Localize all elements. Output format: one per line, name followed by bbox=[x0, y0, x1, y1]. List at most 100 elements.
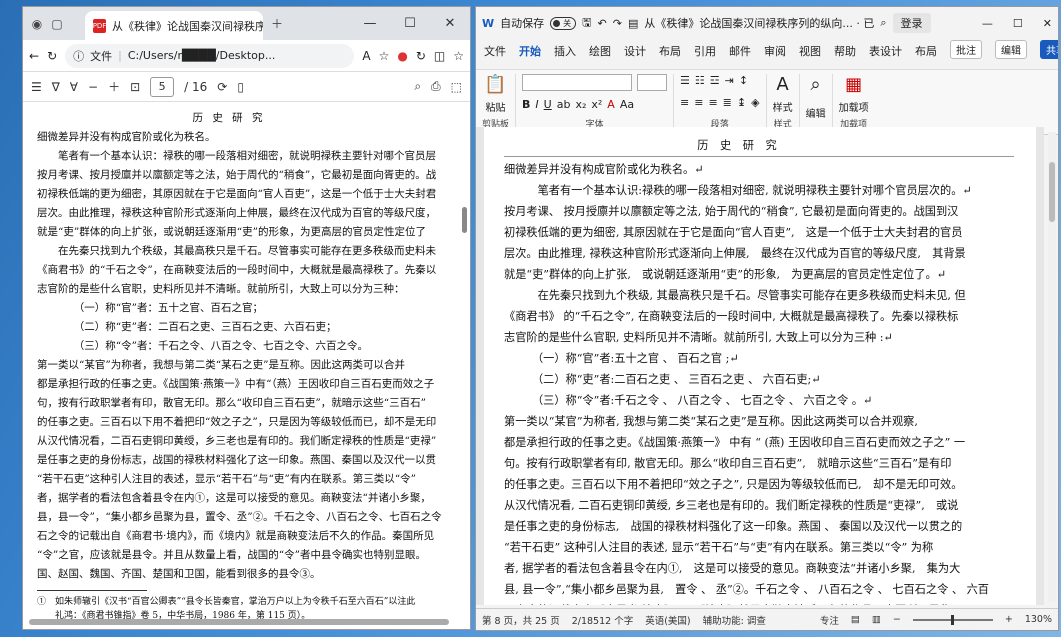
center-button[interactable]: ≡ bbox=[694, 96, 703, 109]
save-icon[interactable]: 🖫 bbox=[582, 14, 591, 33]
tab-4[interactable]: 设计 bbox=[624, 43, 646, 59]
justify-button[interactable]: ≣ bbox=[723, 96, 732, 109]
rotate-icon[interactable]: ⟳ bbox=[217, 80, 227, 94]
comment-button[interactable]: 批注 bbox=[950, 40, 982, 59]
zoom-out-icon[interactable]: − bbox=[88, 80, 98, 94]
subscript-button[interactable]: x₂ bbox=[575, 98, 586, 111]
page-view-icon[interactable]: ▯ bbox=[237, 80, 244, 94]
draw-icon[interactable]: ∀ bbox=[70, 80, 78, 94]
minimize-icon[interactable]: — bbox=[350, 7, 390, 40]
tab-0[interactable]: 文件 bbox=[484, 43, 506, 59]
paste-icon[interactable]: 📋 bbox=[484, 74, 506, 95]
focus-button[interactable]: 专注 bbox=[820, 613, 839, 627]
search-edit-icon[interactable]: ⌕ bbox=[811, 74, 821, 95]
tab-12[interactable]: 布局 bbox=[915, 43, 937, 59]
new-tab-icon[interactable]: ＋ bbox=[267, 13, 287, 33]
tab-8[interactable]: 审阅 bbox=[764, 43, 786, 59]
vertical-scrollbar[interactable] bbox=[1048, 132, 1056, 602]
font-size-select[interactable] bbox=[637, 74, 668, 91]
maximize-icon[interactable]: ☐ bbox=[390, 7, 430, 40]
zoom-out-icon[interactable]: − bbox=[893, 614, 901, 625]
tab-pdf[interactable]: PDF 从《秩律》论战国秦汉间禄秩序列... ✕ bbox=[85, 11, 263, 40]
underline-button[interactable]: U bbox=[544, 98, 552, 111]
font-color-button[interactable]: A bbox=[607, 98, 615, 111]
numbering-button[interactable]: ☷ bbox=[695, 74, 705, 87]
font-name-select[interactable] bbox=[522, 74, 633, 91]
bold-button[interactable]: B bbox=[522, 98, 530, 111]
styles-button[interactable]: 样式 bbox=[773, 99, 793, 114]
tab-3[interactable]: 绘图 bbox=[589, 43, 611, 59]
autosave-toggle[interactable]: 关 bbox=[550, 16, 577, 30]
print-icon[interactable]: ⎙ bbox=[431, 79, 441, 94]
page-count[interactable]: 第 8 页，共 25 页 bbox=[482, 613, 560, 627]
doc-line: （三）称“令”者:千石之令 、 八百之令 、 七百之令 、 六百之令 。↵ bbox=[504, 394, 873, 407]
edit-mode-button[interactable]: 编辑 bbox=[995, 40, 1027, 59]
highlight-icon[interactable]: ∇ bbox=[52, 80, 60, 94]
bullets-button[interactable]: ☰ bbox=[680, 74, 690, 87]
search-icon[interactable]: ⌕ bbox=[414, 79, 421, 94]
line-spacing-button[interactable]: ↨ bbox=[737, 96, 746, 109]
minimize-icon[interactable]: — bbox=[982, 17, 993, 30]
tab-6[interactable]: 引用 bbox=[694, 43, 716, 59]
back-icon[interactable]: ← bbox=[29, 49, 39, 63]
search-icon[interactable]: ⌕ bbox=[880, 16, 886, 30]
ribbon-tabs: 文件开始插入绘图设计布局引用邮件审阅视图帮助表设计布局批注编辑共享 bbox=[476, 39, 1058, 59]
split-screen-icon[interactable]: ◫ bbox=[434, 49, 445, 63]
superscript-button[interactable]: x² bbox=[591, 98, 602, 111]
print-layout-icon[interactable]: ▥ bbox=[872, 614, 881, 625]
favorite-icon[interactable]: ☆ bbox=[379, 49, 390, 63]
close-icon[interactable]: ✕ bbox=[1043, 17, 1052, 30]
highlight-button[interactable]: Aa bbox=[620, 98, 634, 111]
italic-button[interactable]: I bbox=[535, 98, 538, 111]
profile-icon[interactable]: ◉ bbox=[27, 14, 47, 34]
page-input[interactable]: 5 bbox=[150, 76, 175, 97]
scroll-thumb[interactable] bbox=[1049, 162, 1055, 222]
tab-1[interactable]: 开始 bbox=[519, 43, 541, 59]
redo-icon[interactable]: ↷ bbox=[613, 17, 622, 30]
zoom-in-icon[interactable]: + bbox=[1005, 614, 1013, 625]
shading-button[interactable]: ◈ bbox=[751, 96, 759, 109]
document-page[interactable]: 历 史 研 究 细微差异并没有构成官阶或化为秩名。↵ 笔者有一个基本认识:禄秩的… bbox=[484, 127, 1036, 605]
tab-11[interactable]: 表设计 bbox=[869, 43, 902, 59]
fit-page-icon[interactable]: ⊡ bbox=[130, 80, 140, 94]
zoom-in-icon[interactable]: ＋ bbox=[108, 78, 120, 95]
tab-2[interactable]: 插入 bbox=[554, 43, 576, 59]
styles-icon[interactable]: A bbox=[776, 74, 788, 95]
read-aloud-icon[interactable]: A bbox=[362, 49, 370, 63]
favorites-icon[interactable]: ☆ bbox=[453, 49, 464, 63]
share-button[interactable]: 共享 bbox=[1040, 40, 1058, 59]
tab-actions-icon[interactable]: ▢ bbox=[47, 14, 67, 34]
login-button[interactable]: 登录 bbox=[892, 13, 931, 33]
zoom-level[interactable]: 130% bbox=[1025, 614, 1052, 625]
addins-button[interactable]: 加载项 bbox=[839, 99, 869, 114]
extension-icon[interactable]: ● bbox=[397, 49, 407, 63]
close-window-icon[interactable]: ✕ bbox=[430, 7, 470, 40]
tab-5[interactable]: 布局 bbox=[659, 43, 681, 59]
indent-button[interactable]: ⇥ bbox=[725, 74, 734, 87]
word-count[interactable]: 2/18512 个字 bbox=[572, 613, 634, 627]
refresh-icon[interactable]: ↻ bbox=[47, 49, 57, 63]
maximize-icon[interactable]: ☐ bbox=[1013, 17, 1023, 30]
language[interactable]: 英语(美国) bbox=[645, 613, 690, 627]
multilevel-button[interactable]: ☲ bbox=[710, 74, 720, 87]
horizontal-scrollbar[interactable] bbox=[29, 619, 449, 625]
tab-10[interactable]: 帮助 bbox=[834, 43, 856, 59]
paste-label[interactable]: 粘贴 bbox=[486, 99, 506, 114]
refresh-ext-icon[interactable]: ↻ bbox=[416, 49, 426, 63]
strike-button[interactable]: ab bbox=[557, 98, 571, 111]
addins-icon[interactable]: ▦ bbox=[845, 74, 862, 95]
zoom-slider[interactable] bbox=[912, 614, 993, 625]
edit-button[interactable]: 编辑 bbox=[806, 105, 826, 120]
tab-9[interactable]: 视图 bbox=[799, 43, 821, 59]
tab-7[interactable]: 邮件 bbox=[729, 43, 751, 59]
save-icon[interactable]: ⬚ bbox=[451, 80, 462, 94]
align-left-button[interactable]: ≡ bbox=[680, 96, 689, 109]
contents-icon[interactable]: ☰ bbox=[31, 80, 42, 94]
undo-icon[interactable]: ↶ bbox=[598, 17, 607, 30]
read-mode-icon[interactable]: ▤ bbox=[851, 614, 860, 625]
accessibility[interactable]: 辅助功能: 调查 bbox=[703, 613, 766, 627]
align-right-button[interactable]: ≡ bbox=[708, 96, 717, 109]
vertical-scrollbar[interactable] bbox=[462, 207, 467, 233]
sort-button[interactable]: ↕ bbox=[739, 74, 748, 87]
address-field[interactable]: ⓘ 文件 | C:/Users/r████/Desktop... bbox=[65, 43, 355, 68]
